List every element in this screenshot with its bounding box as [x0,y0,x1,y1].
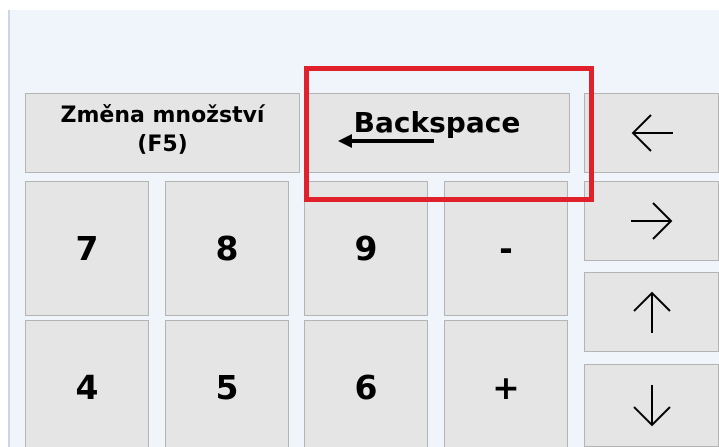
backspace-arrow-icon [338,134,434,148]
arrow-up-button[interactable] [584,272,719,352]
key-9[interactable]: 9 [304,181,428,316]
key-6[interactable]: 6 [304,320,428,447]
key-7[interactable]: 7 [25,181,149,316]
arrow-left-button[interactable] [584,93,719,173]
arrow-left-icon [631,114,673,152]
arrow-up-icon [632,291,671,333]
key-5[interactable]: 5 [165,320,289,447]
key-4[interactable]: 4 [25,320,149,447]
key-8[interactable]: 8 [165,181,289,316]
numeric-keypad-window: Změna množství (F5) Backspace 7 8 9 - 4 … [0,0,719,447]
arrow-down-icon [632,384,671,426]
arrow-right-button[interactable] [584,181,719,261]
change-quantity-shortcut: (F5) [137,132,188,157]
key-minus[interactable]: - [444,181,568,316]
backspace-button[interactable]: Backspace [304,93,570,173]
arrow-right-icon [630,202,672,240]
change-quantity-label: Změna množství [60,103,265,128]
change-quantity-button[interactable]: Změna množství (F5) [25,93,300,173]
key-plus[interactable]: + [444,320,568,447]
arrow-down-button[interactable] [584,364,719,447]
